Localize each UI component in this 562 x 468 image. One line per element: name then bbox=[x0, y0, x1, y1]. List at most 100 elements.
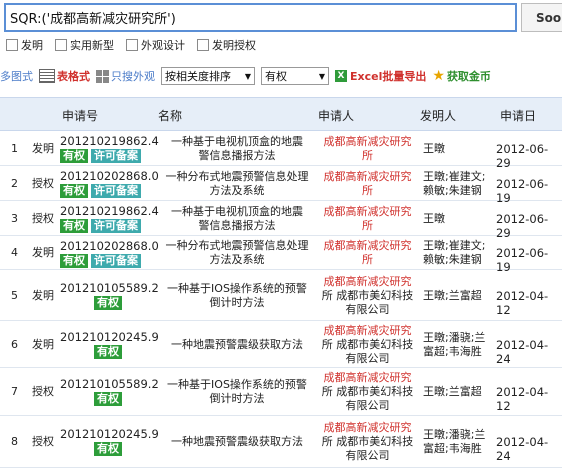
header-inventor[interactable]: 发明人 bbox=[420, 107, 456, 124]
title-line: 方法及系统 bbox=[209, 253, 265, 266]
row-number: 5 bbox=[11, 289, 18, 302]
patent-title[interactable]: 一种分布式地震预警信息处理 方法及系统 bbox=[162, 239, 312, 267]
valid-status-badge[interactable]: 有权 bbox=[60, 184, 88, 198]
table-row[interactable]: 5 发明 201210105589.2 有权 一种基于IOS操作系统的预警 倒计时方法 成都… bbox=[0, 270, 562, 321]
table-row[interactable]: 8 授权 201210120245.9 有权 一种地震预警震级获取方法 成都高新减灾研究所… bbox=[0, 416, 562, 468]
status-badges: 有权 许可备案 bbox=[60, 254, 141, 268]
patent-title[interactable]: 一种分布式地震预警信息处理 方法及系统 bbox=[162, 170, 312, 198]
inventor-line: 王暾;兰富超 bbox=[423, 385, 482, 398]
table-row[interactable]: 2 授权 201210202868.0 有权 许可备案 一种分布式地震预警信息处理 方法及系… bbox=[0, 166, 562, 205]
table-row[interactable]: 6 发明 201210120245.9 有权 一种地震预警震级获取方法 成都高新减灾研究所… bbox=[0, 321, 562, 368]
header-title[interactable]: 名称 bbox=[158, 107, 182, 124]
license-filed-badge[interactable]: 许可备案 bbox=[91, 219, 141, 233]
license-filed-badge[interactable]: 许可备案 bbox=[91, 149, 141, 163]
search-button[interactable]: Sool bbox=[521, 3, 562, 32]
inventor-line: 富超;韦海胜 bbox=[423, 442, 482, 455]
applicant[interactable]: 成都高新减灾研究所 bbox=[315, 170, 420, 198]
valid-status-badge[interactable]: 有权 bbox=[60, 149, 88, 163]
row-number: 1 bbox=[11, 142, 18, 155]
patent-type: 发明 bbox=[32, 142, 54, 155]
application-number[interactable]: 201210105589.2 bbox=[60, 377, 159, 391]
table-row[interactable]: 3 授权 201210219862.4 有权 许可备案 一种基于电视机顶盒的地震 警信息播报… bbox=[0, 201, 562, 240]
grid-icon bbox=[96, 69, 109, 83]
license-filed-badge[interactable]: 许可备案 bbox=[91, 184, 141, 198]
applicant[interactable]: 成都高新减灾研究所 成都市美幻科技 有限公司 bbox=[315, 275, 420, 317]
checkbox[interactable] bbox=[55, 39, 67, 51]
checkbox[interactable] bbox=[126, 39, 138, 51]
excel-export-button[interactable]: X Excel批量导出 bbox=[335, 68, 426, 84]
inventor: 王暾 bbox=[423, 142, 493, 156]
filter-invention-granted[interactable]: 发明授权 bbox=[197, 37, 256, 53]
multi-view-button[interactable]: 多图式 bbox=[0, 68, 33, 84]
valid-status-badge[interactable]: 有权 bbox=[94, 442, 122, 456]
application-number[interactable]: 201210105589.2 bbox=[60, 281, 159, 295]
get-coins-button[interactable]: ★ 获取金币 bbox=[432, 68, 491, 84]
patent-title[interactable]: 一种地震预警震级获取方法 bbox=[162, 435, 312, 449]
table-view-button[interactable]: 表格式 bbox=[39, 68, 90, 84]
checkbox[interactable] bbox=[197, 39, 209, 51]
header-date[interactable]: 申请日 bbox=[500, 107, 536, 124]
sort-select[interactable]: 按相关度排序 ▼ bbox=[161, 67, 255, 85]
application-number[interactable]: 201210120245.9 bbox=[60, 427, 159, 441]
search-design-only-button[interactable]: 只搜外观 bbox=[96, 68, 155, 84]
applicant[interactable]: 成都高新减灾研究所 bbox=[315, 239, 420, 267]
inventor-line: 王暾;兰富超 bbox=[423, 289, 482, 302]
filter-utility-model[interactable]: 实用新型 bbox=[55, 37, 114, 53]
applicant-line: 所 bbox=[362, 149, 373, 162]
filter-design[interactable]: 外观设计 bbox=[126, 37, 185, 53]
header-app-no[interactable]: 申请号 bbox=[62, 107, 98, 124]
status-badges: 有权 许可备案 bbox=[60, 149, 141, 163]
table-row[interactable]: 7 授权 201210105589.2 有权 一种基于IOS操作系统的预警 倒计时方法 成都… bbox=[0, 368, 562, 416]
checkbox[interactable] bbox=[6, 39, 18, 51]
get-coins-label: 获取金币 bbox=[446, 70, 491, 83]
applicant-line: 成都高新减灾研究 bbox=[323, 239, 412, 252]
title-line: 一种分布式地震预警信息处理 bbox=[165, 170, 309, 183]
star-icon: ★ bbox=[432, 68, 445, 84]
header-applicant[interactable]: 申请人 bbox=[318, 107, 354, 124]
table-row[interactable]: 4 发明 201210202868.0 有权 许可备案 一种分布式地震预警信息处理 方法及系… bbox=[0, 236, 562, 274]
title-line: 一种分布式地震预警信息处理 bbox=[165, 239, 309, 252]
chevron-down-icon: ▼ bbox=[318, 71, 325, 81]
sort-select-value: 按相关度排序 bbox=[165, 70, 231, 83]
applicant-line: 所 成都市美幻科技 bbox=[321, 338, 414, 351]
application-number[interactable]: 201210202868.0 bbox=[60, 239, 159, 253]
table-row[interactable]: 1 发明 201210219862.4 有权 许可备案 一种基于电视机顶盒的地震 警信息播报… bbox=[0, 131, 562, 170]
application-number[interactable]: 201210202868.0 bbox=[60, 169, 159, 183]
license-filed-badge[interactable]: 许可备案 bbox=[91, 254, 141, 268]
patent-title[interactable]: 一种基于IOS操作系统的预警 倒计时方法 bbox=[162, 282, 312, 310]
status-badges: 有权 许可备案 bbox=[60, 184, 141, 198]
applicant[interactable]: 成都高新减灾研究所 bbox=[315, 135, 420, 163]
valid-status-badge[interactable]: 有权 bbox=[94, 296, 122, 310]
applicant-line: 所 bbox=[362, 184, 373, 197]
patent-title[interactable]: 一种基于电视机顶盒的地震 警信息播报方法 bbox=[162, 205, 312, 233]
patent-title[interactable]: 一种基于电视机顶盒的地震 警信息播报方法 bbox=[162, 135, 312, 163]
patent-title[interactable]: 一种地震预警震级获取方法 bbox=[162, 338, 312, 352]
applicant-line: 所 成都市美幻科技 bbox=[321, 289, 414, 302]
search-design-only-label: 只搜外观 bbox=[111, 70, 155, 83]
applicant[interactable]: 成都高新减灾研究所 成都市美幻科技 有限公司 bbox=[315, 421, 420, 463]
patent-type: 授权 bbox=[32, 177, 54, 190]
application-number[interactable]: 201210120245.9 bbox=[60, 330, 159, 344]
patent-title[interactable]: 一种基于IOS操作系统的预警 倒计时方法 bbox=[162, 378, 312, 406]
search-input[interactable] bbox=[4, 3, 517, 32]
title-line: 一种地震预警震级获取方法 bbox=[171, 435, 303, 448]
applicant-line: 所 成都市美幻科技 bbox=[321, 435, 414, 448]
application-date: 2012-04-24 bbox=[496, 435, 549, 463]
filter-invention[interactable]: 发明 bbox=[6, 37, 43, 53]
title-line: 倒计时方法 bbox=[209, 392, 265, 405]
application-date: 2012-04-24 bbox=[496, 338, 549, 366]
valid-status-badge[interactable]: 有权 bbox=[60, 219, 88, 233]
applicant[interactable]: 成都高新减灾研究所 bbox=[315, 205, 420, 233]
valid-status-badge[interactable]: 有权 bbox=[60, 254, 88, 268]
filter-label: 发明 bbox=[21, 39, 43, 52]
applicant-line: 有限公司 bbox=[345, 399, 390, 412]
applicant[interactable]: 成都高新减灾研究所 成都市美幻科技 有限公司 bbox=[315, 324, 420, 366]
valid-status-badge[interactable]: 有权 bbox=[94, 345, 122, 359]
row-number: 3 bbox=[11, 212, 18, 225]
status-select[interactable]: 有权 ▼ bbox=[261, 67, 329, 85]
valid-status-badge[interactable]: 有权 bbox=[94, 392, 122, 406]
application-date: 2012-04-12 bbox=[496, 385, 549, 413]
application-number[interactable]: 201210219862.4 bbox=[60, 204, 159, 218]
applicant[interactable]: 成都高新减灾研究所 成都市美幻科技 有限公司 bbox=[315, 371, 420, 413]
application-number[interactable]: 201210219862.4 bbox=[60, 134, 159, 148]
